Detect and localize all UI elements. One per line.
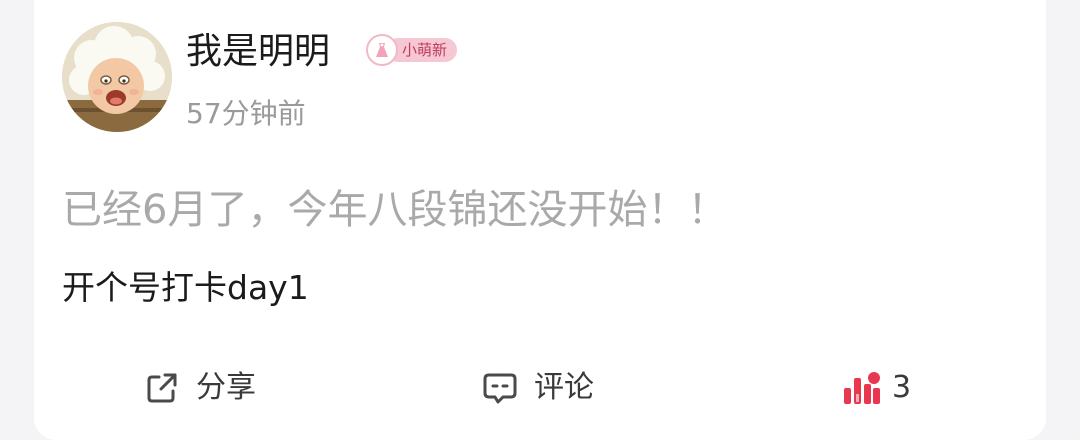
- level-badge[interactable]: 小萌新: [366, 34, 458, 66]
- post-time: 57分钟前: [186, 97, 306, 130]
- comment-button[interactable]: 评论: [480, 362, 594, 414]
- avatar-image: [62, 22, 172, 132]
- share-label: 分享: [196, 370, 256, 405]
- like-count: 3: [892, 370, 912, 405]
- author-name[interactable]: 我是明明: [186, 28, 330, 76]
- post-title: 已经6月了，今年八段锦还没开始！！: [62, 187, 728, 233]
- comment-label: 评论: [534, 370, 594, 405]
- dress-icon: [366, 34, 398, 66]
- comment-icon: [480, 368, 520, 408]
- like-icon: [842, 368, 882, 408]
- share-button[interactable]: 分享: [142, 362, 256, 414]
- like-button[interactable]: 3: [842, 362, 911, 414]
- post-body: 开个号打卡day1: [62, 268, 309, 307]
- share-icon: [142, 368, 182, 408]
- avatar[interactable]: [62, 22, 172, 132]
